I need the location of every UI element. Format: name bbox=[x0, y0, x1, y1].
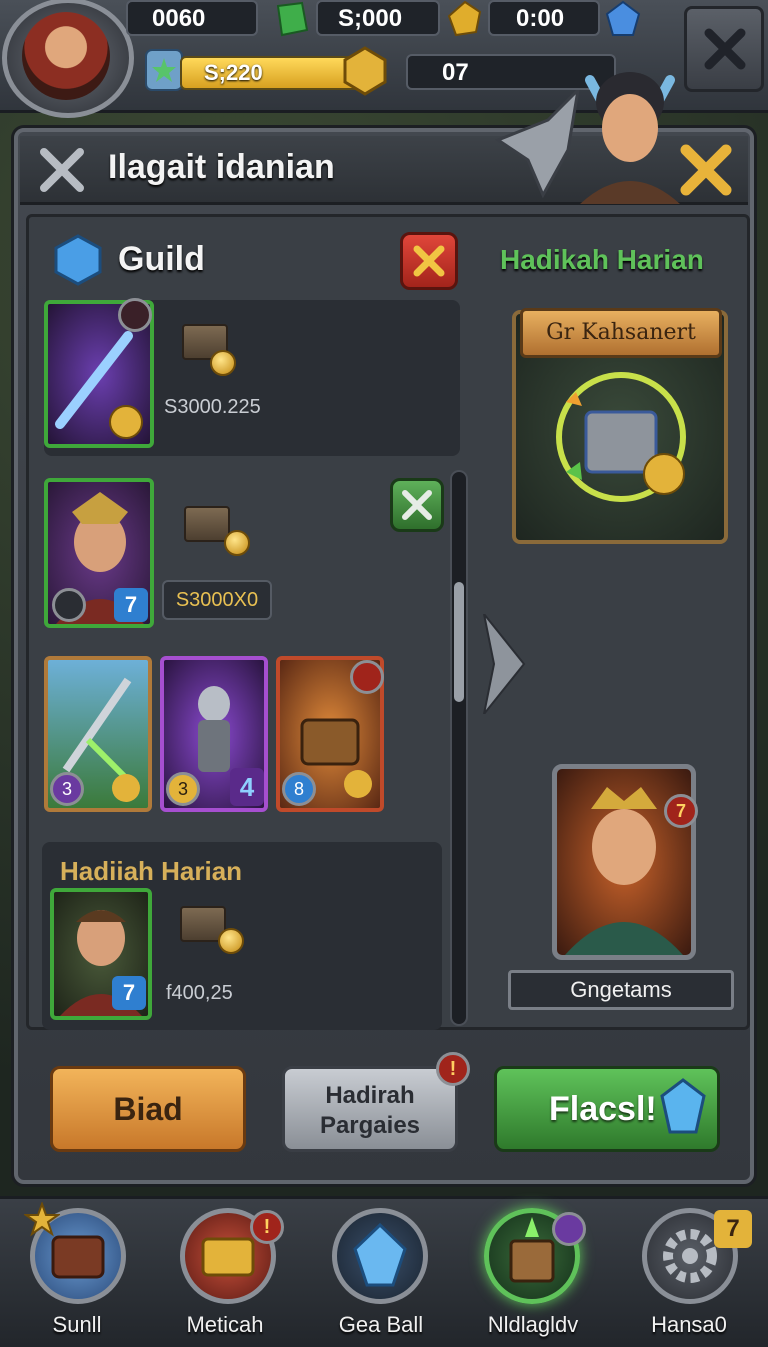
featured-hero-card[interactable] bbox=[552, 764, 696, 960]
nav-meticah-badge: ! bbox=[250, 1210, 284, 1244]
resource-3-value: 0:00 bbox=[516, 5, 565, 32]
chevron-right-icon[interactable] bbox=[480, 614, 526, 714]
nav-label-sunll: Sunll bbox=[52, 1312, 102, 1337]
blue-diamond-icon bbox=[353, 1222, 407, 1287]
crystal-icon bbox=[660, 1078, 706, 1134]
blue-cube-icon bbox=[54, 234, 102, 286]
biad-button[interactable]: Biad bbox=[50, 1066, 246, 1152]
reward-banner: Gr Kahsanert bbox=[520, 308, 722, 358]
player-portrait-icon bbox=[22, 12, 110, 100]
xp-bar: S;220 bbox=[180, 56, 368, 90]
hadirah-alert-badge: ! bbox=[436, 1052, 470, 1086]
coin-icon bbox=[218, 928, 244, 954]
hadirah-button-line1: Hadirah bbox=[325, 1082, 415, 1109]
coin-icon bbox=[210, 350, 236, 376]
star-badge-icon bbox=[118, 298, 152, 332]
mini-card-2-badge: 3 bbox=[166, 772, 200, 806]
nav-label-gea-ball: Gea Ball bbox=[338, 1312, 424, 1337]
reward-heading: Hadikah Harian bbox=[500, 244, 704, 275]
nav-label-nldlagldv: Nldlagldv bbox=[487, 1312, 579, 1337]
resource-counter-1: 0060 bbox=[126, 0, 258, 36]
mini-card-3-badge: 8 bbox=[282, 772, 316, 806]
nav-nldlagldv-star-icon bbox=[552, 1212, 586, 1246]
star-icon bbox=[24, 1202, 60, 1237]
dialog-back-button[interactable] bbox=[34, 142, 90, 198]
item-3-level-badge: 7 bbox=[112, 976, 146, 1010]
gold-hexagon-icon bbox=[343, 46, 387, 96]
coin-icon bbox=[224, 530, 250, 556]
item-1-price: S3000.225 bbox=[164, 396, 261, 418]
guild-title: Guild bbox=[118, 240, 205, 278]
close-icon bbox=[413, 245, 445, 277]
close-icon bbox=[704, 28, 746, 70]
gold-close-icon bbox=[680, 144, 732, 196]
mystery-box-icon bbox=[556, 372, 686, 502]
hero-rank-icon bbox=[52, 588, 86, 622]
resource-counter-3: 0:00 bbox=[488, 0, 600, 36]
dialog-close-button[interactable] bbox=[676, 140, 736, 200]
green-gem-icon bbox=[276, 1, 309, 37]
guild-close-button[interactable] bbox=[400, 232, 458, 290]
hadirah-button-line2: Pargaies bbox=[319, 1112, 421, 1139]
resource-counter-2: S;000 bbox=[316, 0, 440, 36]
featured-hero-label[interactable]: Gngetams bbox=[508, 970, 734, 1010]
dialog-title: Ilagait idanian bbox=[108, 148, 335, 186]
nav-item-gea-ball[interactable] bbox=[332, 1208, 428, 1304]
list-scrollbar[interactable] bbox=[450, 470, 468, 1026]
xp-star-icon bbox=[145, 49, 183, 91]
resource-2-value: S;000 bbox=[338, 5, 403, 32]
featured-hero-badge: 7 bbox=[664, 794, 698, 828]
top-close-button[interactable] bbox=[684, 6, 764, 92]
nav-label-meticah: Meticah bbox=[186, 1312, 264, 1337]
resource-1-value: 0060 bbox=[152, 5, 206, 32]
xp-value: S;220 bbox=[204, 60, 263, 85]
scrollbar-thumb[interactable] bbox=[454, 582, 464, 702]
alert-badge-icon bbox=[350, 660, 384, 694]
item-2-price[interactable]: S3000X0 bbox=[162, 580, 272, 620]
crossed-swords-icon bbox=[40, 148, 84, 192]
item-3-price: f400,25 bbox=[166, 982, 233, 1004]
chest-icon bbox=[184, 506, 230, 542]
hero-portrait-icon bbox=[580, 72, 680, 204]
mini-card-2-count: 4 bbox=[230, 768, 264, 806]
level-value: 07 bbox=[442, 59, 469, 86]
hadirah-button[interactable]: Hadirah Pargaies bbox=[282, 1066, 458, 1152]
hero-level-badge: 7 bbox=[114, 588, 148, 622]
item-2-remove-button[interactable] bbox=[390, 478, 444, 532]
gold-gem-icon bbox=[447, 0, 482, 37]
nav-hansa0-badge: 7 bbox=[714, 1210, 752, 1248]
nav-label-hansa0: Hansa0 bbox=[651, 1312, 727, 1337]
blue-gem-icon bbox=[605, 0, 641, 36]
close-icon bbox=[402, 490, 432, 520]
item-3-section-title: Hadiiah Harian bbox=[60, 856, 243, 886]
mini-card-1-badge: 3 bbox=[50, 772, 84, 806]
